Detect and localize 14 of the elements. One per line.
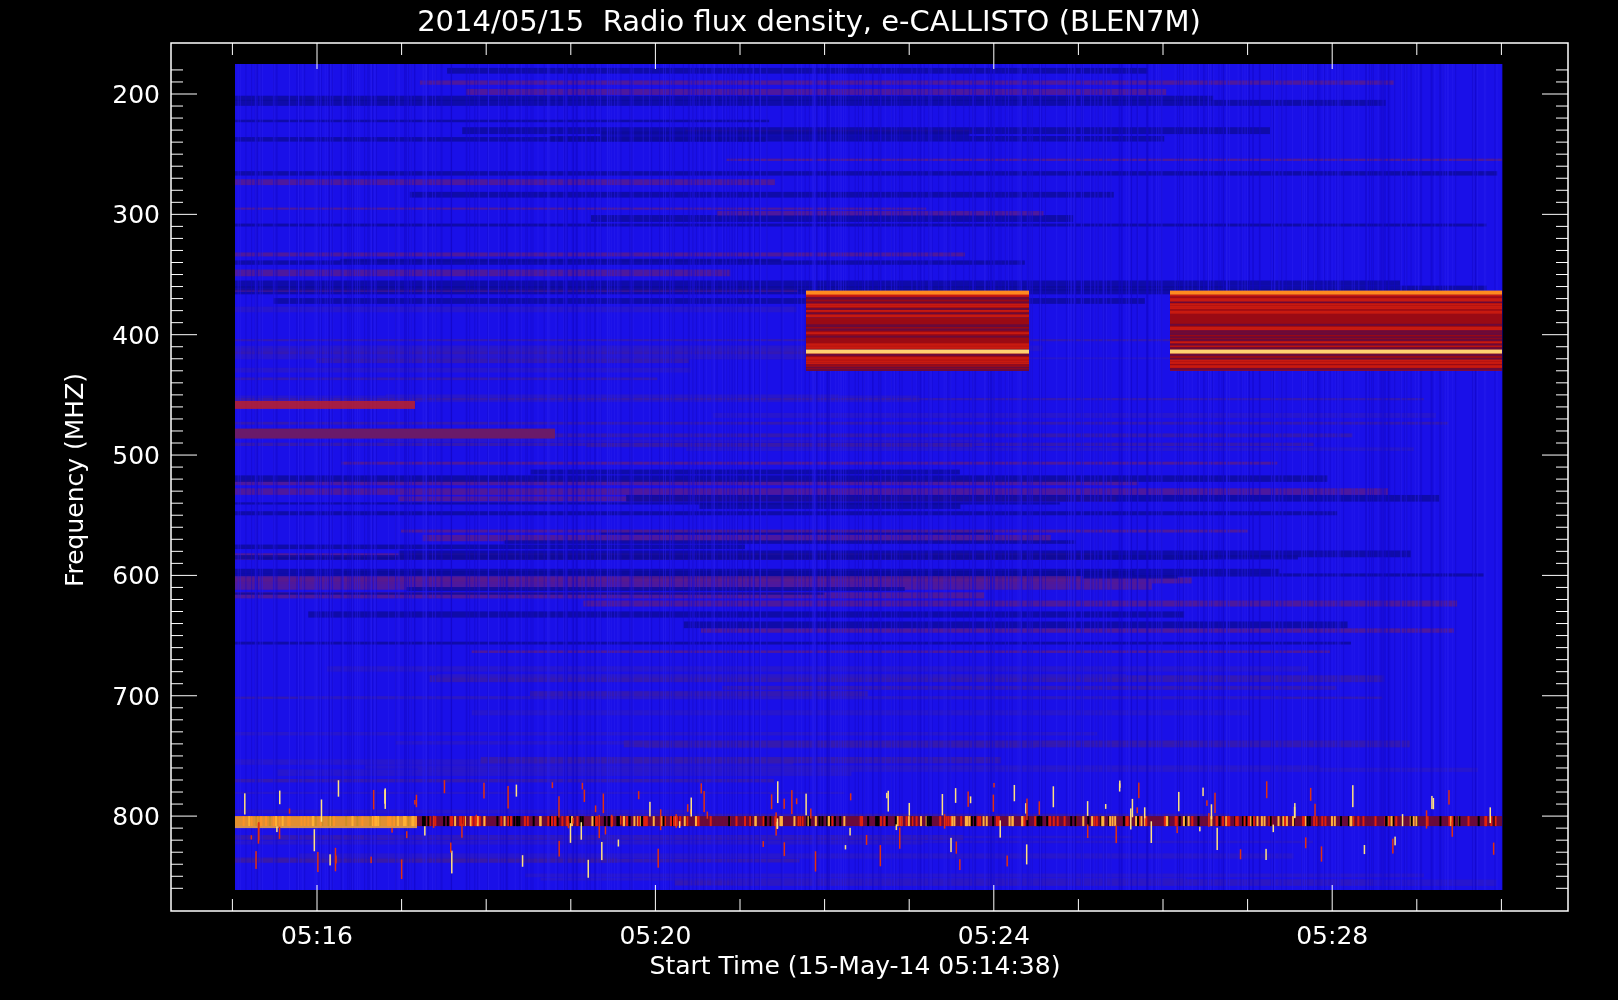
x-tick-label: 05:24 (957, 921, 1030, 950)
x-axis-label: Start Time (15-May-14 05:14:38) (649, 951, 1061, 980)
y-tick-label: 300 (112, 200, 160, 230)
y-axis-label: Frequency (MHZ) (60, 372, 89, 588)
y-tick-label: 800 (112, 802, 160, 832)
x-tick-label: 05:16 (281, 921, 353, 950)
x-tick-label: 05:20 (619, 921, 692, 950)
y-tick-label: 700 (112, 681, 160, 711)
y-tick-label: 400 (112, 320, 160, 350)
y-tick-label: 500 (112, 441, 160, 471)
plot-title: 2014/05/15 Radio flux density, e-CALLISTO (BLEN7M) (417, 4, 1201, 38)
y-tick-label: 600 (112, 561, 160, 591)
y-tick-label: 200 (112, 80, 160, 109)
x-tick-label: 05:28 (1296, 921, 1369, 950)
